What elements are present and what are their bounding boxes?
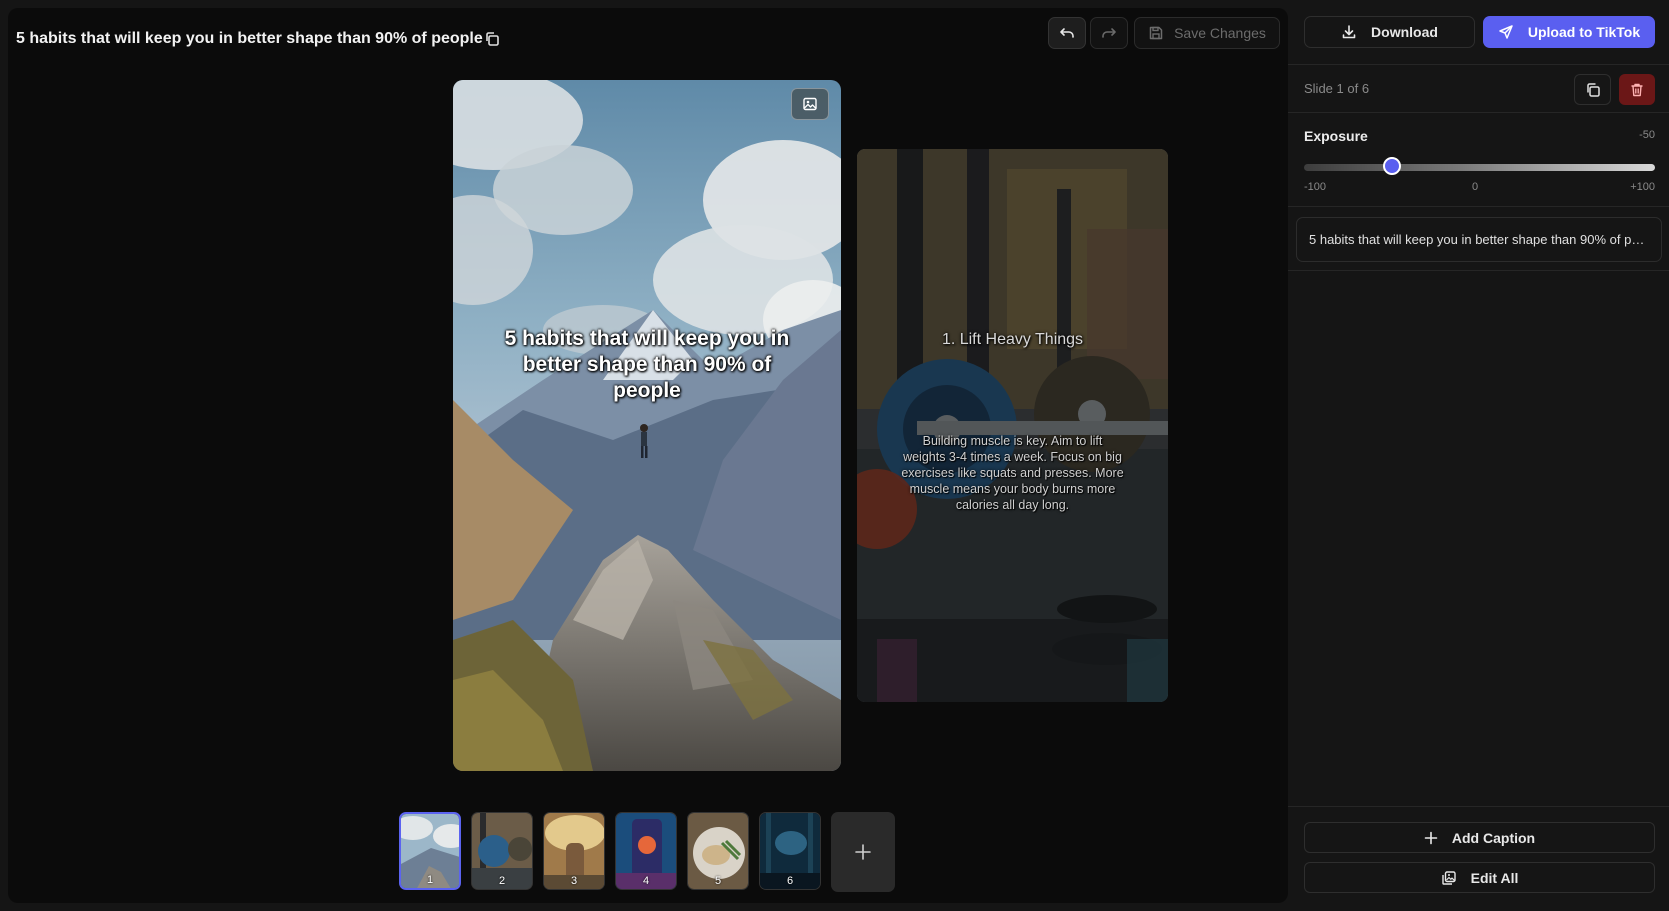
undo-icon [1059,25,1075,41]
exposure-slider-track[interactable] [1304,164,1655,171]
slide-counter: Slide 1 of 6 [1304,81,1370,96]
edit-all-button[interactable]: Edit All [1304,862,1655,893]
slide-preview-next[interactable]: 1. Lift Heavy Things Building muscle is … [857,149,1168,702]
divider [1288,806,1669,807]
caption-list-item-text: 5 habits that will keep you in better sh… [1309,232,1649,247]
exposure-max-label: +100 [1630,181,1655,193]
page-title: 5 habits that will keep you in better sh… [16,30,483,47]
slide-body-text: Building muscle is key. Aim to lift weig… [901,434,1124,512]
delete-slide-button[interactable] [1619,74,1655,105]
right-sidebar: Download Upload to TikTok Slide 1 of 6 E… [1288,0,1669,911]
image-icon [802,96,818,112]
slide-thumbnail[interactable]: 5 [687,812,749,890]
change-image-button[interactable] [791,88,829,120]
slide-thumbnail-number: 1 [426,874,434,886]
redo-button[interactable] [1090,17,1128,49]
app-window: 5 habits that will keep you in better sh… [0,0,1669,911]
exposure-value: -50 [1639,129,1655,141]
exposure-slider-handle[interactable] [1382,157,1401,175]
slide-preview-current[interactable]: 5 habits that will keep you in better sh… [453,80,841,771]
plus-icon [1424,831,1438,845]
editor-canvas: 5 habits that will keep you in better sh… [8,8,1288,903]
slide-thumbnail[interactable]: 6 [759,812,821,890]
slide-thumbnail[interactable]: 4 [615,812,677,890]
slide-dim-overlay [857,149,1168,702]
slide-thumbnail-number: 6 [786,875,794,887]
images-edit-icon [1441,870,1457,886]
exposure-label: Exposure [1304,128,1368,144]
plus-icon [854,843,872,861]
copy-title-button[interactable] [482,28,502,50]
upload-to-tiktok-button[interactable]: Upload to TikTok [1483,16,1655,48]
floppy-disk-icon [1148,25,1164,41]
duplicate-icon [1585,82,1601,98]
slide-thumbnail[interactable]: 3 [543,812,605,890]
exposure-min-label: -100 [1304,181,1327,193]
divider [1288,270,1669,271]
slide-thumbnail[interactable]: 2 [471,812,533,890]
add-caption-label: Add Caption [1451,829,1536,846]
divider [1288,64,1669,65]
trash-icon [1629,82,1645,98]
caption-list-item[interactable]: 5 habits that will keep you in better sh… [1296,217,1662,262]
exposure-mid-label: 0 [1472,181,1479,193]
edit-all-label: Edit All [1470,869,1519,886]
send-icon [1498,24,1514,40]
slide-thumbnail-number: 5 [714,875,722,887]
download-button[interactable]: Download [1304,16,1475,48]
download-label: Download [1371,24,1438,40]
slide-thumbnail-number: 3 [570,875,578,887]
duplicate-slide-button[interactable] [1574,74,1611,105]
slide-caption-text[interactable]: 5 habits that will keep you in better sh… [493,326,801,404]
save-changes-label: Save Changes [1174,25,1266,41]
slide-thumbnail-number: 2 [498,875,506,887]
slide-thumbnail-number: 4 [642,875,650,887]
undo-button[interactable] [1048,17,1086,49]
divider [1288,206,1669,207]
add-slide-button[interactable] [831,812,895,892]
slide-heading-text: 1. Lift Heavy Things [941,331,1084,348]
add-caption-button[interactable]: Add Caption [1304,822,1655,853]
download-icon [1341,24,1357,40]
mountain-hiker-illustration [453,80,841,771]
save-changes-button[interactable]: Save Changes [1134,17,1280,49]
copy-icon [484,31,500,47]
divider [1288,112,1669,113]
redo-icon [1101,25,1117,41]
upload-label: Upload to TikTok [1527,24,1641,40]
slide-thumbnail-strip: 1 2 3 4 5 6 [399,812,895,892]
slide-thumbnail[interactable]: 1 [399,812,461,890]
